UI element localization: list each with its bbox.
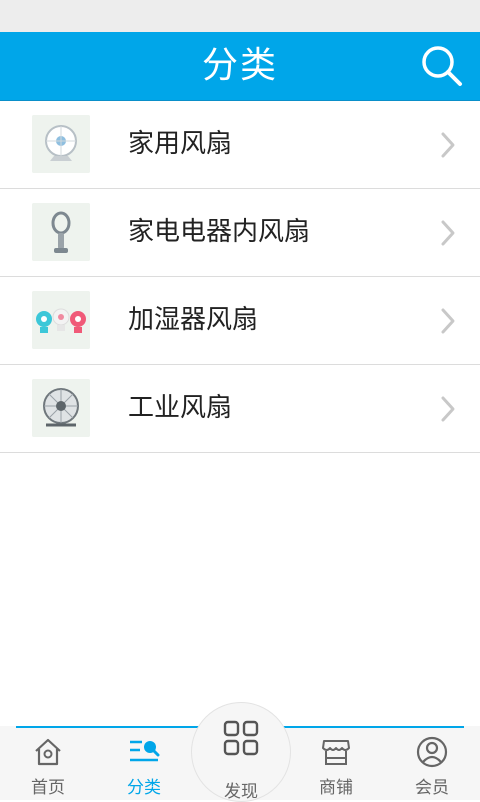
page-title: 分类: [201, 45, 278, 86]
tab-store[interactable]: 商铺: [288, 728, 384, 800]
industrial-fan-thumbnail: [32, 379, 90, 437]
category-label: 家电电器内风扇: [128, 217, 311, 247]
category-row[interactable]: 加湿器风扇: [0, 277, 480, 365]
tab-home[interactable]: 首页: [0, 728, 96, 800]
bladeless-fan-thumbnail: [32, 203, 90, 261]
tab-discover[interactable]: 发现: [191, 702, 291, 802]
category-row[interactable]: 家电电器内风扇: [0, 189, 480, 277]
tab-label: 会员: [415, 778, 449, 798]
mini-fans-thumbnail: [32, 291, 90, 349]
chevron-right-icon: [441, 220, 455, 246]
chevron-right-icon: [441, 132, 455, 158]
tab-category[interactable]: 分类: [96, 728, 192, 800]
tab-label: 商铺: [319, 778, 353, 798]
tab-label: 首页: [31, 778, 65, 798]
search-icon: [422, 46, 462, 86]
status-bar: [0, 0, 480, 32]
header: 分类: [0, 32, 480, 101]
grid-icon: [223, 720, 259, 756]
category-label: 加湿器风扇: [128, 305, 259, 335]
tab-label: 发现: [224, 782, 258, 802]
home-icon: [35, 738, 61, 766]
tab-member[interactable]: 会员: [384, 728, 480, 800]
category-label: 工业风扇: [128, 393, 233, 423]
chevron-right-icon: [441, 396, 455, 422]
category-list: 家用风扇 家电电器内风扇 加湿器风扇 工业风扇: [0, 101, 480, 453]
chevron-right-icon: [441, 308, 455, 334]
category-row[interactable]: 工业风扇: [0, 365, 480, 453]
user-icon: [416, 736, 448, 768]
store-icon: [322, 740, 350, 765]
category-label: 家用风扇: [128, 129, 233, 159]
search-button[interactable]: [418, 42, 466, 90]
tab-label: 分类: [127, 778, 161, 798]
category-icon: [130, 740, 160, 762]
category-row[interactable]: 家用风扇: [0, 101, 480, 189]
desk-fan-thumbnail: [32, 115, 90, 173]
